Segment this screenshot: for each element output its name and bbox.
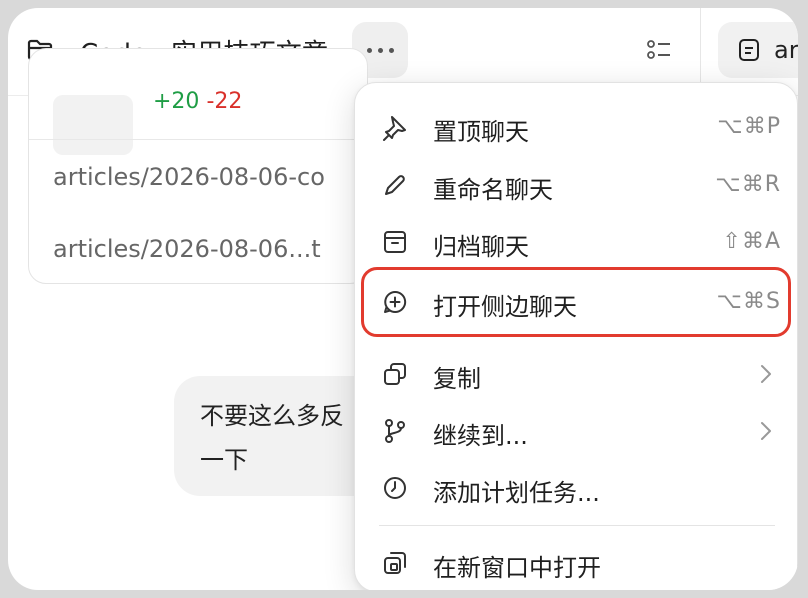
app-window: Codex 实用技巧文章 ar +20 -22 ar [8, 8, 798, 590]
menu-item-archive-chat[interactable]: 归档聊天 ⇧⌘A [365, 214, 789, 270]
pin-icon [383, 116, 406, 141]
menu-item-label: 复制 [433, 365, 481, 393]
menu-item-label: 打开侧边聊天 [433, 293, 577, 321]
menu-item-shortcut: ⇧⌘A [722, 229, 781, 254]
menu-item-pin-chat[interactable]: 置顶聊天 ⌥⌘P [365, 99, 789, 155]
menu-item-label: 继续到... [433, 422, 528, 450]
file-tab-label: ar [774, 36, 798, 64]
copy-icon [384, 363, 406, 385]
menu-item-shortcut: ⌥⌘S [716, 289, 781, 314]
chevron-right-icon [761, 365, 771, 383]
changes-card: +20 -22 articles/2026-08-06-co articles/… [28, 48, 368, 284]
dot-icon [366, 47, 372, 53]
archive-icon [384, 231, 406, 253]
menu-item-label: 归档聊天 [433, 233, 529, 261]
context-menu: 置顶聊天 ⌥⌘P 重命名聊天 ⌥⌘R 归档聊天 ⇧⌘A 打开侧边聊天 ⌥⌘S 复… [354, 82, 798, 590]
file-tab[interactable]: ar [718, 22, 798, 78]
chevron-right-icon [761, 422, 771, 440]
message-line-2: 一下 [200, 446, 248, 474]
dot-icon [377, 47, 383, 53]
diff-additions: +20 [153, 89, 200, 114]
menu-item-shortcut: ⌥⌘R [715, 172, 781, 197]
diff-deletions: -22 [206, 89, 243, 114]
document-icon [739, 39, 759, 61]
menu-item-continue-to[interactable]: 继续到... [365, 403, 789, 459]
menu-item-label: 重命名聊天 [433, 176, 553, 204]
menu-item-add-scheduled-task[interactable]: 添加计划任务... [365, 460, 789, 516]
file-path-2[interactable]: articles/2026-08-06...t [53, 235, 321, 263]
outline-list-icon[interactable] [646, 38, 674, 62]
message-line-1: 不要这么多反 [200, 402, 344, 430]
pencil-icon [385, 175, 405, 195]
menu-item-open-in-new-window[interactable]: 在新窗口中打开 [365, 535, 789, 590]
diff-stats: +20 -22 [153, 89, 242, 114]
menu-item-open-side-chat[interactable]: 打开侧边聊天 ⌥⌘S [365, 274, 789, 330]
menu-item-label: 置顶聊天 [433, 118, 529, 146]
new-window-icon [384, 552, 406, 574]
file-thumbnail [53, 95, 133, 155]
menu-item-copy[interactable]: 复制 [365, 346, 789, 402]
side-chat-icon [384, 290, 407, 313]
user-message-text: 不要这么多反 一下 [200, 394, 344, 482]
menu-item-shortcut: ⌥⌘P [717, 114, 781, 139]
dot-icon [388, 47, 394, 53]
menu-item-rename-chat[interactable]: 重命名聊天 ⌥⌘R [365, 157, 789, 213]
branch-icon [385, 419, 405, 443]
clock-icon [384, 477, 406, 499]
file-path-1[interactable]: articles/2026-08-06-co [53, 163, 325, 191]
menu-item-label: 添加计划任务... [433, 479, 600, 507]
menu-item-label: 在新窗口中打开 [433, 554, 601, 582]
menu-divider [379, 525, 775, 526]
card-divider [29, 139, 367, 140]
